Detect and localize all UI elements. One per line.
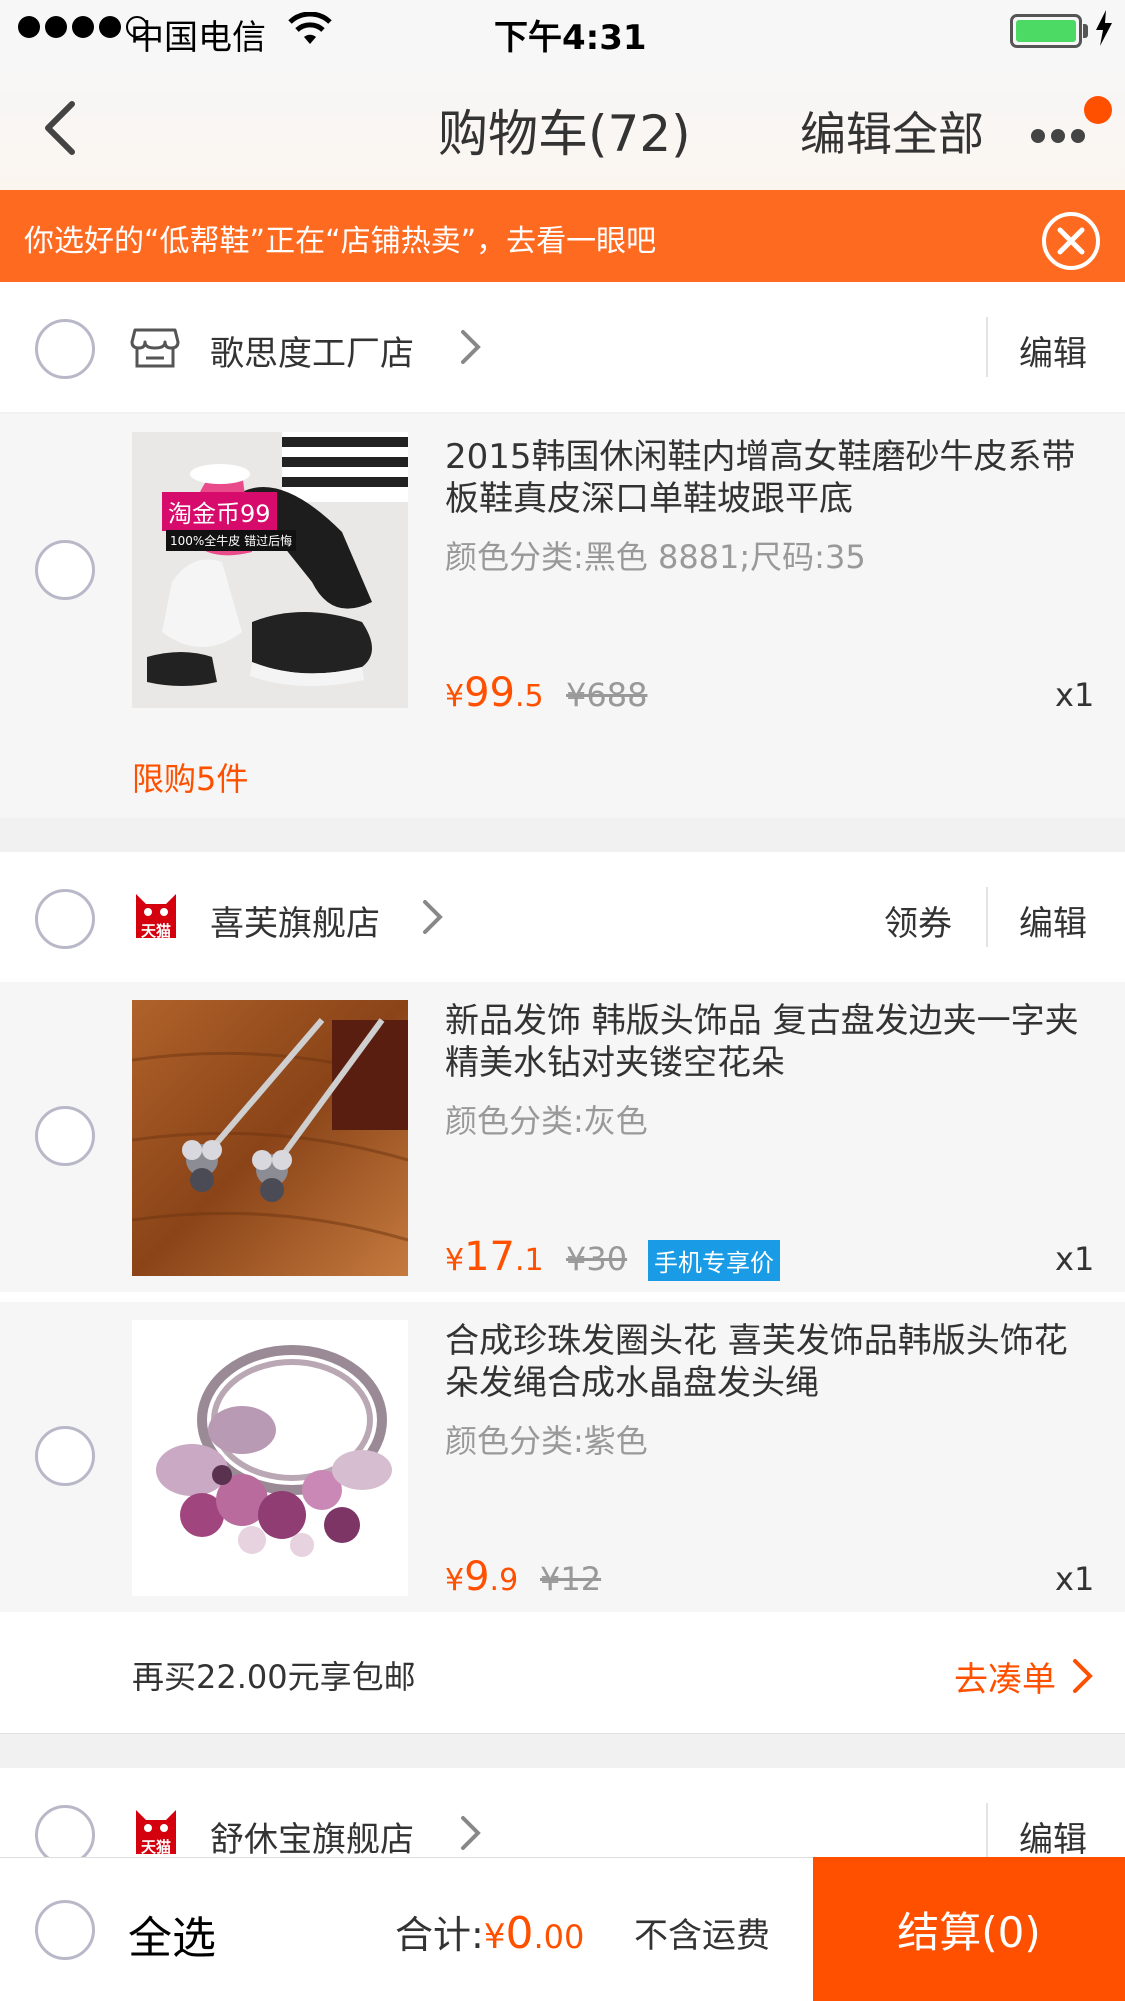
cart-item: 新品发饰 韩版头饰品 复古盘发边夹一字夹 精美水钻对夹镂空花朵 颜色分类:灰色 … xyxy=(0,982,1125,1292)
shipping-note: 不含运费 xyxy=(634,1916,770,1956)
notice-banner[interactable]: 你选好的“低帮鞋”正在“店铺热卖”，去看一眼吧 xyxy=(0,190,1125,282)
signal-strength-icon xyxy=(18,16,148,38)
item-quantity[interactable]: x1 xyxy=(1055,1560,1094,1598)
shop-name[interactable]: 歌思度工厂店 xyxy=(210,326,414,375)
item-price: ¥9.9 xyxy=(445,1554,519,1600)
close-icon[interactable] xyxy=(1040,210,1102,272)
product-image[interactable]: 淘金币99 100%全牛皮 错过后悔 xyxy=(132,432,408,708)
battery-tip xyxy=(1083,24,1088,38)
charging-icon xyxy=(1096,10,1112,46)
original-price: ¥12 xyxy=(540,1560,602,1598)
hairpin-illustration xyxy=(132,1000,408,1276)
cart-item: 淘金币99 100%全牛皮 错过后悔 2015韩国休闲鞋内增高女鞋磨砂牛皮系带板… xyxy=(0,414,1125,818)
total-amount: 合计:¥0.00 xyxy=(395,1908,585,1959)
shop-checkbox[interactable] xyxy=(35,319,95,379)
carrier-label: 中国电信 xyxy=(130,18,266,58)
tmall-icon: 天猫 xyxy=(130,890,182,942)
back-icon[interactable] xyxy=(38,98,88,158)
original-price: ¥30 xyxy=(566,1240,628,1278)
item-sku[interactable]: 颜色分类:紫色 xyxy=(445,1416,648,1462)
shop-name[interactable]: 舒休宝旗舰店 xyxy=(210,1812,414,1861)
page-title: 购物车(72) xyxy=(438,105,691,163)
item-sku[interactable]: 颜色分类:黑色 8881;尺码:35 xyxy=(445,532,866,578)
wifi-icon xyxy=(288,12,332,44)
shop-edit-button[interactable]: 编辑 xyxy=(1019,326,1087,375)
item-title[interactable]: 2015韩国休闲鞋内增高女鞋磨砂牛皮系带板鞋真皮深口单鞋坡跟平底 xyxy=(445,436,1085,520)
item-price: ¥17.1 xyxy=(445,1234,544,1280)
coupon-button[interactable]: 领券 xyxy=(884,896,952,945)
select-all-label[interactable]: 全选 xyxy=(128,1902,216,1966)
tmall-icon: 天猫 xyxy=(130,1806,182,1858)
more-icon[interactable] xyxy=(1030,116,1090,156)
shop-checkbox[interactable] xyxy=(35,1805,95,1865)
chevron-right-icon[interactable] xyxy=(420,897,446,937)
thumb-badge-secondary: 100%全牛皮 错过后悔 xyxy=(166,530,297,551)
select-all-checkbox[interactable] xyxy=(35,1900,95,1960)
item-sku[interactable]: 颜色分类:灰色 xyxy=(445,1096,648,1142)
tmall-label: 天猫 xyxy=(140,922,171,940)
battery-icon xyxy=(1010,14,1082,48)
edit-all-button[interactable]: 编辑全部 xyxy=(800,98,984,164)
purchase-limit: 限购5件 xyxy=(132,760,249,798)
checkout-button[interactable]: 结算(0) xyxy=(813,1857,1125,2001)
item-quantity[interactable]: x1 xyxy=(1055,676,1094,714)
add-on-link[interactable]: 去凑单 xyxy=(954,1652,1056,1701)
status-bar: 中国电信 下午4:31 xyxy=(0,0,1125,64)
chevron-right-icon[interactable] xyxy=(1070,1656,1096,1696)
item-quantity[interactable]: x1 xyxy=(1055,1240,1094,1278)
tmall-label: 天猫 xyxy=(140,1838,171,1856)
item-checkbox[interactable] xyxy=(35,540,95,600)
divider xyxy=(986,1803,988,1863)
shop-checkbox[interactable] xyxy=(35,889,95,949)
shoe-illustration xyxy=(132,432,408,708)
shop-name[interactable]: 喜芙旗舰店 xyxy=(210,896,380,945)
divider xyxy=(986,887,988,947)
item-checkbox[interactable] xyxy=(35,1106,95,1166)
clock-time: 下午4:31 xyxy=(494,18,647,58)
free-shipping-row: 再买22.00元享包邮 去凑单 xyxy=(0,1612,1125,1734)
cart-item: 合成珍珠发圈头花 喜芙发饰品韩版头饰花朵发绳合成水晶盘发头绳 颜色分类:紫色 ¥… xyxy=(0,1302,1125,1612)
shop-header: 天猫 喜芙旗舰店 领券 编辑 xyxy=(0,852,1125,982)
hair-tie-illustration xyxy=(132,1320,408,1596)
mobile-price-tag: 手机专享价 xyxy=(648,1240,780,1281)
item-checkbox[interactable] xyxy=(35,1426,95,1486)
item-price: ¥99.5 xyxy=(445,670,544,716)
divider xyxy=(986,317,988,377)
product-image[interactable] xyxy=(132,1000,408,1276)
chevron-right-icon[interactable] xyxy=(458,327,484,367)
chevron-right-icon[interactable] xyxy=(458,1813,484,1853)
thumb-badge: 淘金币99 xyxy=(162,492,277,531)
product-image[interactable] xyxy=(132,1320,408,1596)
store-icon xyxy=(130,328,180,368)
shop-header: 歌思度工厂店 编辑 xyxy=(0,282,1125,412)
item-title[interactable]: 新品发饰 韩版头饰品 复古盘发边夹一字夹 精美水钻对夹镂空花朵 xyxy=(445,1000,1085,1084)
notification-badge xyxy=(1084,96,1112,124)
shop-edit-button[interactable]: 编辑 xyxy=(1019,896,1087,945)
item-separator xyxy=(0,1292,1125,1302)
nav-bar: 购物车(72) 编辑全部 xyxy=(0,64,1125,190)
banner-text: 你选好的“低帮鞋”正在“店铺热卖”，去看一眼吧 xyxy=(24,224,657,259)
free-shipping-text: 再买22.00元享包邮 xyxy=(132,1658,416,1696)
original-price: ¥688 xyxy=(566,676,648,714)
item-title[interactable]: 合成珍珠发圈头花 喜芙发饰品韩版头饰花朵发绳合成水晶盘发头绳 xyxy=(445,1320,1085,1404)
shop-edit-button[interactable]: 编辑 xyxy=(1019,1812,1087,1861)
